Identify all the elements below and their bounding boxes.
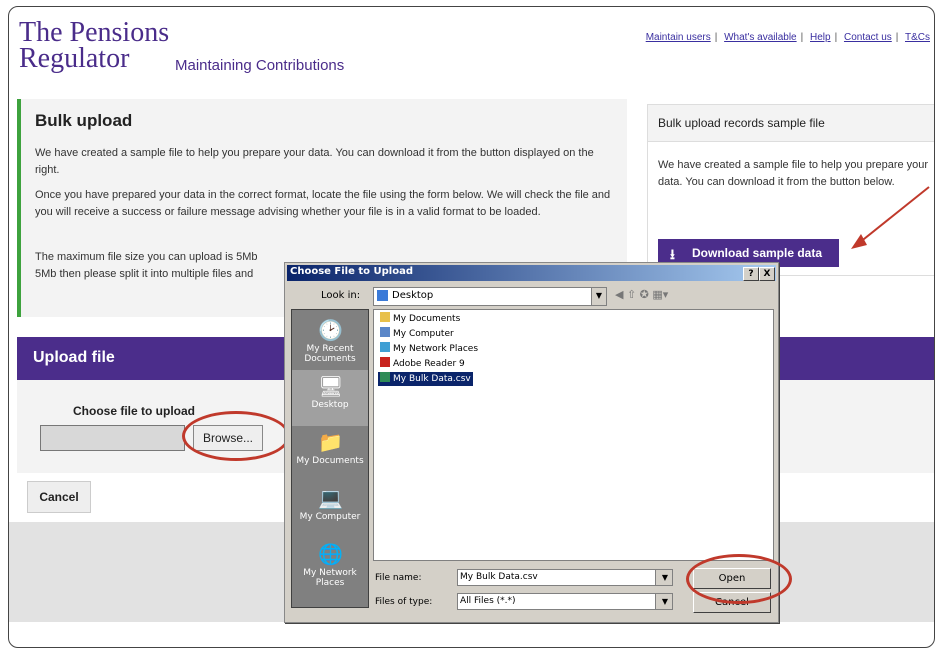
link-whats-available[interactable]: What's available <box>724 32 797 43</box>
chevron-down-icon: ▼ <box>655 570 672 585</box>
look-in-label: Look in: <box>321 290 361 301</box>
place-recent-documents[interactable]: 🕑 My Recent Documents <box>292 314 368 370</box>
file-name-field[interactable]: My Bulk Data.csv ▼ <box>457 569 673 586</box>
look-in-select[interactable]: Desktop ▼ <box>373 287 607 306</box>
link-contact-us[interactable]: Contact us <box>844 32 892 43</box>
place-label: Desktop <box>311 400 349 410</box>
browse-button[interactable]: Browse... <box>193 425 263 451</box>
desktop-icon <box>377 290 388 301</box>
place-my-computer[interactable]: 💻 My Computer <box>292 482 368 538</box>
places-bar: 🕑 My Recent Documents 🖥 Desktop 📁 My Doc… <box>291 309 369 608</box>
download-button-label: Download sample data <box>692 246 823 260</box>
dialog-titlebar: Choose File to Upload ? X <box>287 265 776 281</box>
file-list: My Documents My Computer My Network Plac… <box>373 309 774 561</box>
place-label: My Recent Documents <box>304 344 356 364</box>
my-documents-icon: 📁 <box>318 430 343 454</box>
app-title: Maintaining Contributions <box>175 57 345 74</box>
open-button[interactable]: Open <box>693 568 771 589</box>
list-item[interactable]: My Computer <box>378 327 456 341</box>
bulk-intro-text: We have created a sample file to help yo… <box>35 147 594 176</box>
dialog-title: Choose File to Upload <box>290 266 413 277</box>
bulk-instructions-text: Once you have prepared your data in the … <box>35 189 611 218</box>
dialog-close-button[interactable]: X <box>759 267 775 281</box>
desktop-place-icon: 🖥 <box>318 374 344 398</box>
place-label: My Computer <box>299 512 361 522</box>
dialog-cancel-button[interactable]: Cancel <box>693 592 771 613</box>
my-computer-icon: 💻 <box>318 486 343 510</box>
bulk-upload-title: Bulk upload <box>35 111 133 130</box>
network-places-icon: 🌐 <box>318 542 343 566</box>
file-path-input[interactable] <box>40 425 185 451</box>
file-upload-dialog: Choose File to Upload ? X Look in: Deskt… <box>284 262 779 623</box>
place-my-documents[interactable]: 📁 My Documents <box>292 426 368 482</box>
file-name: My Bulk Data.csv <box>393 374 471 384</box>
network-icon <box>380 342 390 352</box>
place-label: My Network Places <box>303 568 357 588</box>
file-name: Adobe Reader 9 <box>393 359 465 369</box>
link-tcs[interactable]: T&Cs <box>905 32 930 43</box>
logo-line2: Regulator <box>19 43 130 74</box>
sample-panel-title: Bulk upload records sample file <box>658 116 825 130</box>
top-links: Maintain users | What's available | Help | … <box>645 32 930 43</box>
file-type-label: Files of type: <box>375 597 433 607</box>
file-type-value: All Files (*.*) <box>460 596 516 606</box>
pdf-icon <box>380 357 390 367</box>
file-name-label: File name: <box>375 573 422 583</box>
csv-file-icon <box>380 372 390 382</box>
link-help[interactable]: Help <box>810 32 831 43</box>
sample-file-panel: Bulk upload records sample file We have … <box>647 104 934 276</box>
look-in-value: Desktop <box>392 290 434 301</box>
computer-icon <box>380 327 390 337</box>
dialog-help-button[interactable]: ? <box>743 267 759 281</box>
place-desktop[interactable]: 🖥 Desktop <box>292 370 368 426</box>
chevron-down-icon: ▼ <box>655 594 672 609</box>
upload-file-title: Upload file <box>33 349 115 366</box>
file-name: My Computer <box>393 329 454 339</box>
link-maintain-users[interactable]: Maintain users <box>646 32 711 43</box>
list-item-selected[interactable]: My Bulk Data.csv <box>378 372 473 386</box>
file-name: My Documents <box>393 314 461 324</box>
list-item[interactable]: My Documents <box>378 312 462 326</box>
folder-icon <box>380 312 390 322</box>
place-my-network-places[interactable]: 🌐 My Network Places <box>292 538 368 594</box>
file-name-value: My Bulk Data.csv <box>460 572 538 582</box>
dialog-nav-icons[interactable]: ◀ ⇧ ✪ ▦▾ <box>615 288 668 301</box>
sample-panel-header: Bulk upload records sample file <box>648 105 934 142</box>
list-item[interactable]: My Network Places <box>378 342 480 356</box>
list-item[interactable]: Adobe Reader 9 <box>378 357 467 371</box>
file-type-select[interactable]: All Files (*.*) ▼ <box>457 593 673 610</box>
file-name: My Network Places <box>393 344 479 354</box>
chevron-down-icon: ▼ <box>591 288 606 305</box>
cancel-button[interactable]: Cancel <box>27 481 91 513</box>
place-label: My Documents <box>296 456 364 466</box>
choose-file-label: Choose file to upload <box>73 404 195 418</box>
recent-documents-icon: 🕑 <box>318 318 343 342</box>
sample-panel-text: We have created a sample file to help yo… <box>658 159 929 188</box>
